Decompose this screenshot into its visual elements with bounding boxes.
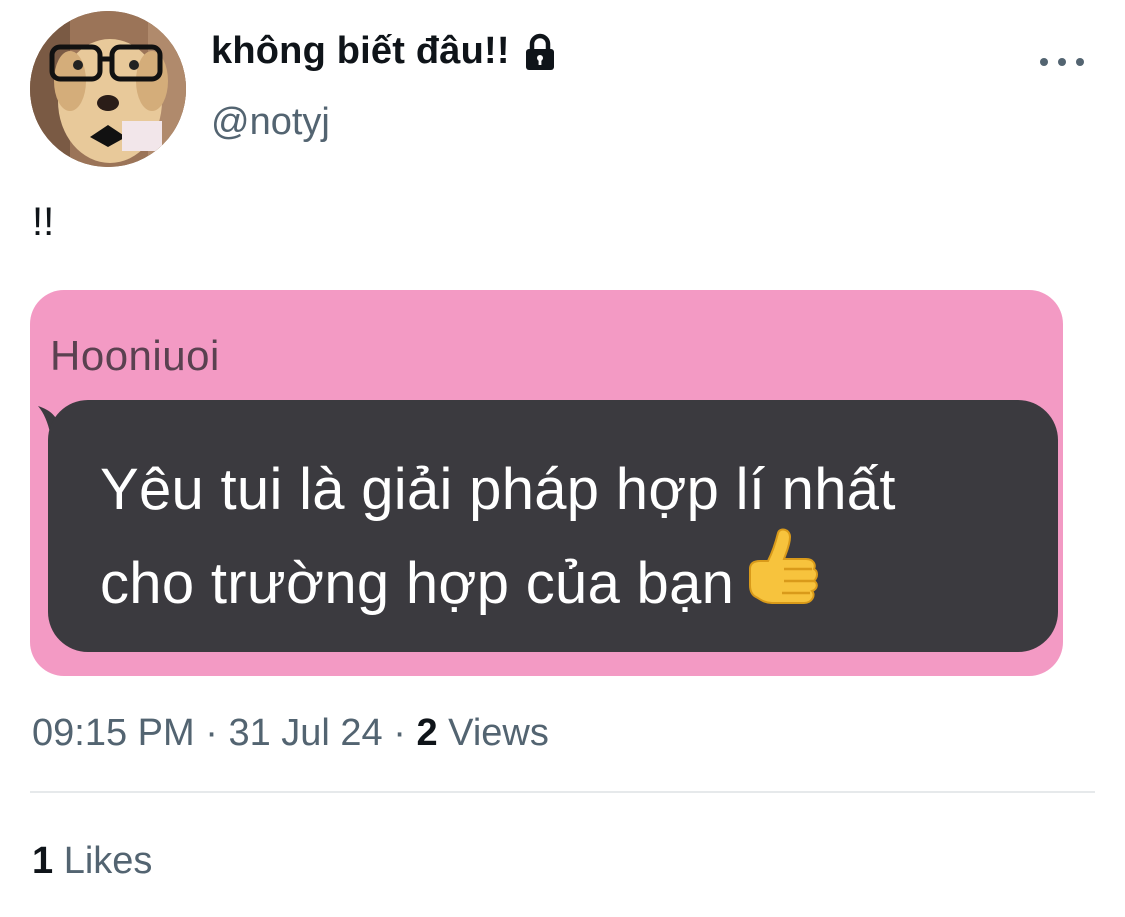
meta-separator-2: · — [393, 712, 406, 754]
avatar[interactable] — [30, 11, 186, 167]
tweet-time[interactable]: 09:15 PM — [32, 712, 195, 755]
author-display-name[interactable]: không biết đâu!! — [211, 30, 560, 73]
lock-icon — [525, 33, 554, 70]
message-bubble: Yêu tui là giải pháp hợp lí nhất cho trư… — [48, 400, 1058, 652]
tweet-date[interactable]: 31 Jul 24 — [228, 712, 382, 755]
tweet-media-image[interactable]: Hooniuoi Yêu tui là giải pháp hợp lí nhấ… — [30, 290, 1063, 676]
message-line-2: cho trường hợp của bạn — [100, 551, 735, 616]
message-text: Yêu tui là giải pháp hợp lí nhất cho trư… — [100, 452, 1040, 621]
dog-with-glasses-avatar-icon — [30, 11, 186, 167]
likes-label: Likes — [63, 840, 153, 882]
meta-separator-1: · — [205, 712, 218, 754]
more-options-button[interactable] — [1040, 50, 1084, 74]
views-label: Views — [448, 712, 549, 754]
author-handle[interactable]: @notyj — [211, 101, 330, 144]
divider — [30, 791, 1095, 793]
author-name-text: không biết đâu!! — [211, 30, 510, 72]
likes-link[interactable]: 1 Likes — [32, 840, 152, 883]
message-sender-name: Hooniuoi — [50, 332, 220, 379]
tweet-metadata: 09:15 PM · 31 Jul 24 · 2 Views — [32, 712, 549, 755]
thumbs-up-icon — [749, 528, 819, 604]
likes-count: 1 — [32, 840, 54, 882]
message-line-1: Yêu tui là giải pháp hợp lí nhất — [100, 457, 896, 522]
message-line-2-wrap: cho trường hợp của bạn — [100, 527, 1040, 621]
tweet-text: !! — [32, 200, 55, 244]
views-count: 2 — [416, 712, 438, 754]
more-horizontal-icon — [1040, 58, 1048, 66]
